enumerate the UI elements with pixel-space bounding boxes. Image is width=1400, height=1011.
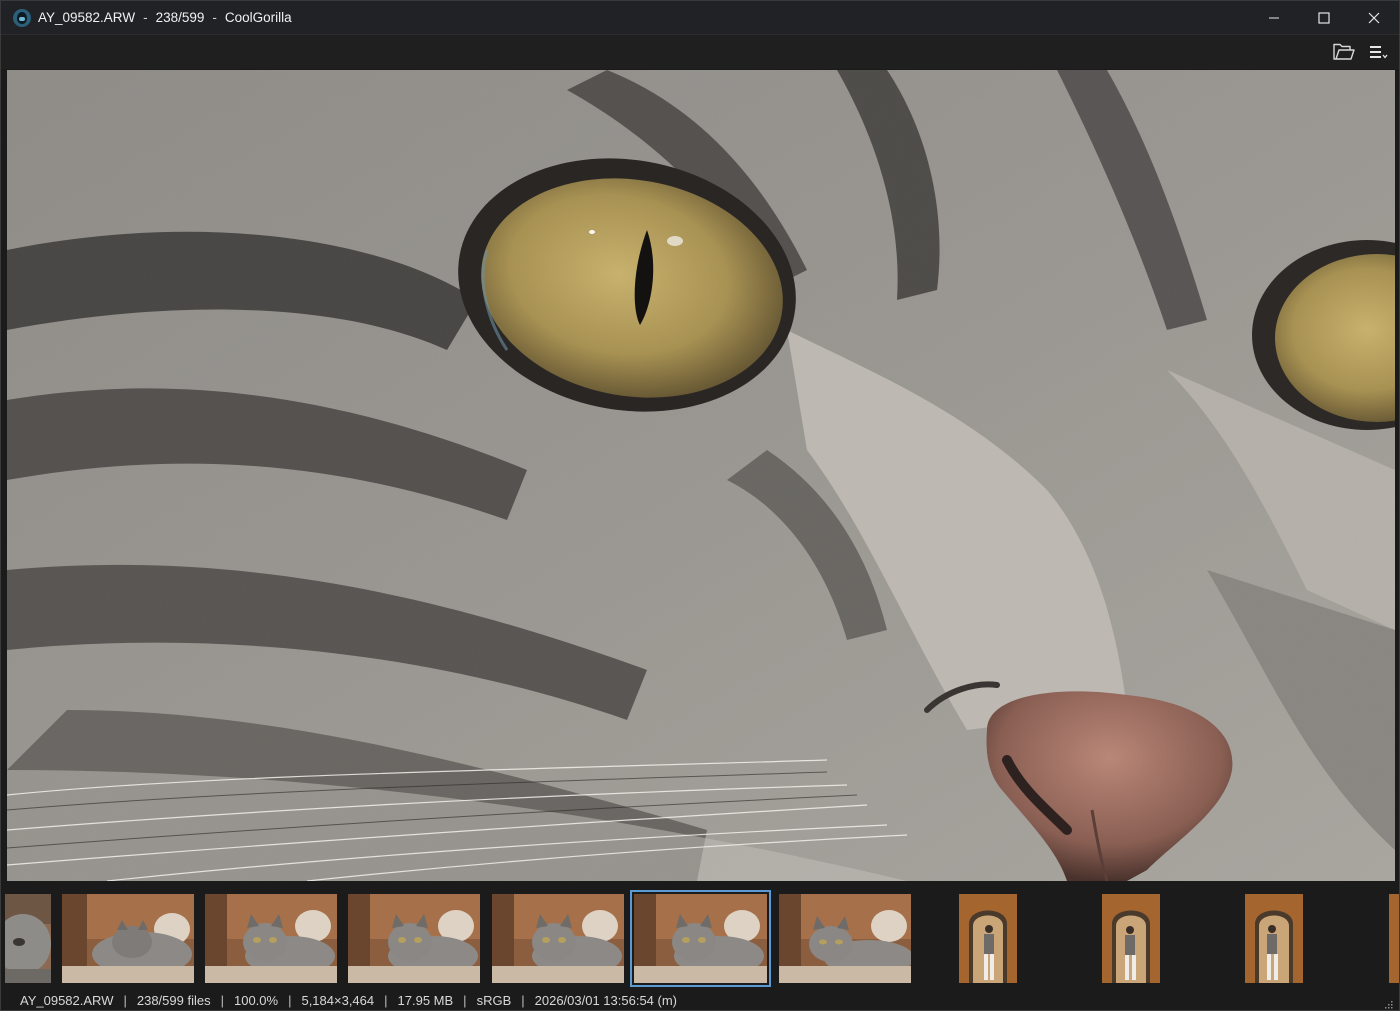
- thumbnail-item[interactable]: [348, 894, 480, 983]
- thumbnail-image: [348, 894, 480, 983]
- thumbnail-item[interactable]: [5, 894, 51, 983]
- title-app-name: CoolGorilla: [224, 10, 292, 25]
- thumbnail-item[interactable]: [62, 894, 194, 983]
- thumbnail-item[interactable]: [779, 894, 911, 983]
- minimize-button[interactable]: [1249, 1, 1299, 35]
- title-separator: -: [212, 10, 217, 25]
- thumbnail-image: [779, 894, 911, 983]
- status-separator: |: [463, 993, 467, 1008]
- resize-grip-icon[interactable]: [1383, 999, 1393, 1009]
- folder-open-icon: [1333, 43, 1355, 60]
- thumbnail-image: [1389, 894, 1399, 983]
- hamburger-menu-icon: [1370, 46, 1388, 59]
- thumbnail-item-selected[interactable]: [630, 890, 771, 987]
- thumbnail-image: [5, 894, 51, 983]
- status-separator: |: [220, 993, 224, 1008]
- minimize-icon: [1269, 17, 1279, 19]
- window-controls: [1249, 1, 1399, 35]
- thumbnail-image: [492, 894, 624, 983]
- status-color-space: sRGB: [476, 993, 512, 1008]
- menu-button[interactable]: [1364, 40, 1392, 64]
- app-logo-icon: [13, 8, 31, 27]
- image-viewer[interactable]: [7, 70, 1395, 881]
- close-button[interactable]: [1349, 1, 1399, 35]
- status-dimensions: 5,184×3,464: [301, 993, 375, 1008]
- title-bar[interactable]: AY_09582.ARW - 238/599 - CoolGorilla: [1, 1, 1399, 35]
- main-photo: [7, 70, 1395, 881]
- status-date: 2026/03/01 13:56:54 (m): [534, 993, 678, 1008]
- toolbar: [1, 35, 1399, 69]
- title-filename: AY_09582.ARW: [38, 10, 136, 25]
- thumbnail-image: [205, 894, 337, 983]
- maximize-icon: [1318, 12, 1330, 24]
- status-filename: AY_09582.ARW: [20, 993, 114, 1008]
- status-separator: |: [288, 993, 292, 1008]
- thumbnail-image: [634, 894, 767, 983]
- status-separator: |: [521, 993, 525, 1008]
- status-separator: |: [123, 993, 127, 1008]
- thumbnail-image: [1245, 894, 1303, 983]
- title-position: 238/599: [155, 10, 205, 25]
- thumbnail-item[interactable]: [959, 894, 1017, 983]
- thumbnail-item[interactable]: [1389, 894, 1399, 983]
- thumbnail-item[interactable]: [492, 894, 624, 983]
- thumbnail-image: [959, 894, 1017, 983]
- title-separator: -: [143, 10, 148, 25]
- open-folder-button[interactable]: [1330, 40, 1358, 64]
- thumbnail-image: [62, 894, 194, 983]
- thumbnail-image: [1102, 894, 1160, 983]
- status-files: 238/599 files: [136, 993, 211, 1008]
- thumbnail-item[interactable]: [205, 894, 337, 983]
- status-zoom: 100.0%: [233, 993, 279, 1008]
- app-window: AY_09582.ARW - 238/599 - CoolGorilla AY_…: [0, 0, 1400, 1011]
- status-file-size: 17.95 MB: [397, 993, 454, 1008]
- close-icon: [1368, 12, 1380, 24]
- status-separator: |: [384, 993, 388, 1008]
- thumbnail-item[interactable]: [1102, 894, 1160, 983]
- filmstrip: [1, 882, 1399, 988]
- status-bar: AY_09582.ARW | 238/599 files | 100.0% | …: [1, 989, 1399, 1010]
- maximize-button[interactable]: [1299, 1, 1349, 35]
- thumbnail-item[interactable]: [1245, 894, 1303, 983]
